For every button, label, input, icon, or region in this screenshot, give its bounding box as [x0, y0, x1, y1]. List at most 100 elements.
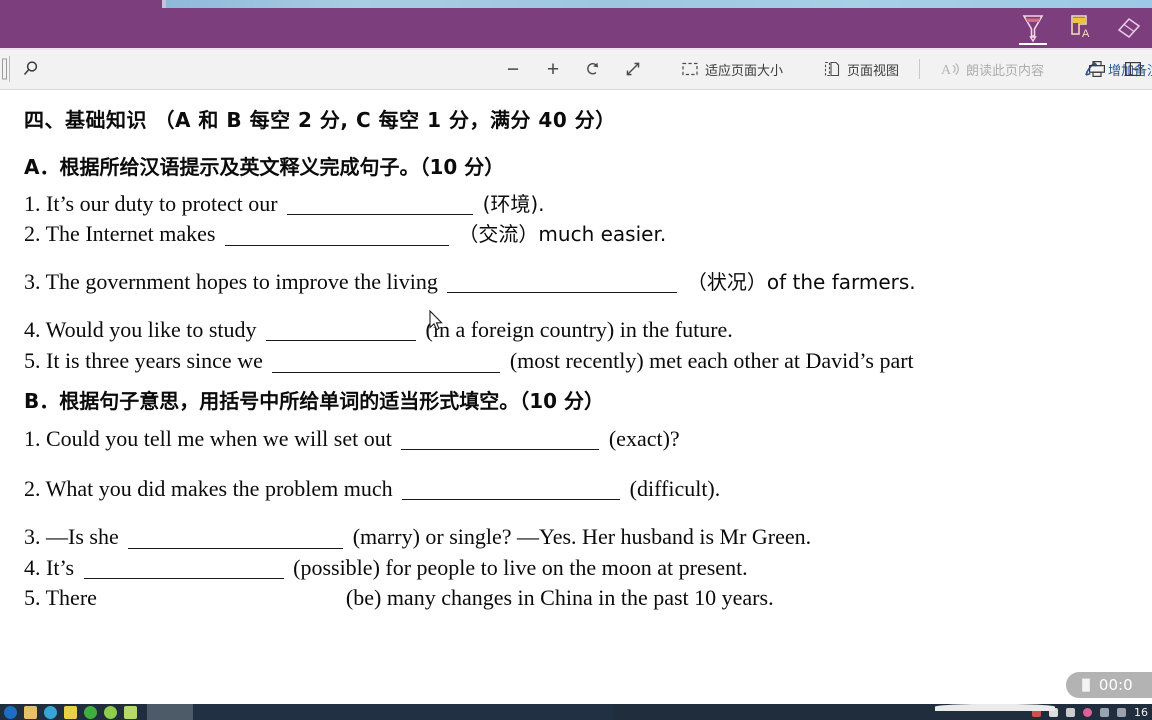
desktop-wallpaper-strip: [162, 0, 1152, 8]
question-text-after: (exact)?: [608, 425, 680, 451]
command-bar-left-group: [0, 48, 46, 90]
eraser-tool-button[interactable]: [1112, 9, 1146, 47]
taskbar-qq-icon[interactable]: [104, 705, 117, 719]
taskbar-note-icon[interactable]: [124, 705, 137, 719]
pen-tool-button[interactable]: [1016, 9, 1050, 47]
command-bar-center-group: − + 适应页面大小 页面视图 A 朗读此页内容: [495, 48, 1152, 90]
question-text-after: （状况）of the farmers.: [686, 269, 916, 294]
toolbar-separator-1: [919, 59, 921, 79]
question-text-before: What you did makes the problem much: [45, 475, 393, 501]
page-view-icon: [824, 61, 840, 77]
zoom-in-label: +: [546, 57, 560, 81]
section-a-title: A．根据所给汉语提示及英文释义完成句子。（10 分）: [24, 155, 505, 179]
document-page[interactable]: 四、基础知识 （A 和 B 每空 2 分, C 每空 1 分，满分 40 分） …: [0, 90, 1152, 704]
sidebar-handle[interactable]: [0, 56, 10, 82]
question-text-before: The Internet makes: [45, 221, 216, 247]
fit-page-button[interactable]: 适应页面大小: [673, 54, 791, 84]
taskbar-app-icons: [0, 705, 137, 719]
answer-blank[interactable]: [287, 196, 474, 216]
question-text-after: (most recently) met each other at David’…: [509, 348, 914, 374]
ink-tool-group: A: [1016, 8, 1146, 48]
answer-blank[interactable]: [272, 354, 501, 373]
page-view-label: 页面视图: [847, 62, 900, 78]
answer-blank[interactable]: [401, 431, 600, 450]
question-row: 2. What you did makes the problem much (…: [24, 475, 1152, 501]
read-aloud-icon: A: [941, 63, 959, 78]
question-row: 5. It is three years since we (most rece…: [24, 348, 1152, 374]
question-text-before: Would you like to study: [45, 316, 257, 342]
question-text-after: (possible) for people to live on the moo…: [293, 554, 748, 580]
command-bar-right-group: [1080, 48, 1152, 90]
recording-timer-overlay[interactable]: ▐▌ 00:0: [1066, 672, 1152, 698]
volume-icon[interactable]: [1117, 707, 1126, 717]
screen-root: A − + 适应页面大小 页面视图 A 朗读此页内容 四、基础知识 （A 和 B…: [0, 0, 1152, 720]
highlighter-tool-button[interactable]: A: [1064, 9, 1098, 47]
taskbar-edge-icon[interactable]: [4, 705, 17, 719]
question-text-before: It is three years since we: [46, 348, 263, 374]
more-options-button[interactable]: [1116, 54, 1150, 84]
question-number: 1.: [24, 425, 41, 451]
tray-icon-3[interactable]: [1066, 707, 1075, 717]
section-b-title: B．根据句子意思，用括号中所给单词的适当形式填空。（10 分）: [24, 388, 605, 413]
question-text-after: (环境).: [482, 192, 545, 216]
fullscreen-button[interactable]: [615, 54, 651, 84]
taskbar-clock[interactable]: 16: [1134, 706, 1148, 719]
reader-command-bar: − + 适应页面大小 页面视图 A 朗读此页内容: [0, 48, 1152, 90]
question-text-before: Could you tell me when we will set out: [46, 425, 392, 451]
eraser-icon: [1117, 17, 1141, 39]
taskbar-window-thumbnail[interactable]: [147, 704, 193, 720]
question-number: 5.: [24, 584, 41, 610]
search-icon: [23, 61, 38, 75]
print-button[interactable]: [1080, 54, 1114, 84]
question-number: 2.: [24, 221, 41, 247]
panel-edge-icon: [1, 58, 7, 80]
question-number: 2.: [24, 475, 41, 501]
question-row: 1. Could you tell me when we will set ou…: [24, 425, 1152, 451]
question-text-before: The government hopes to improve the livi…: [45, 268, 438, 294]
taskbar-folder-icon[interactable]: [24, 705, 37, 719]
split-view-icon: [1124, 61, 1142, 77]
answer-blank[interactable]: [266, 322, 416, 342]
window-top-strip: [0, 0, 1152, 8]
question-row: 2. The Internet makes （交流）much easier.: [24, 221, 1152, 247]
question-number: 4.: [24, 554, 41, 580]
question-text-before: It’s: [46, 554, 75, 580]
answer-blank[interactable]: [447, 274, 678, 293]
answer-blank[interactable]: [83, 560, 284, 579]
question-number: 5.: [24, 348, 41, 374]
read-aloud-button[interactable]: A 朗读此页内容: [932, 54, 1052, 84]
rotate-button[interactable]: [575, 54, 611, 84]
question-text-after: (be) many changes in China in the past 1…: [345, 584, 774, 610]
fit-page-label: 适应页面大小: [705, 62, 784, 78]
answer-blank[interactable]: [128, 530, 344, 549]
answer-blank[interactable]: [106, 590, 336, 609]
taskbar-browser-icon[interactable]: [44, 705, 57, 719]
taskbar-empty-area: [193, 704, 613, 720]
network-icon[interactable]: [1100, 707, 1109, 717]
print-icon: [1088, 60, 1106, 77]
question-row: 4. Would you like to study (in a foreign…: [24, 316, 1152, 342]
question-row: 4. It’s (possible) for people to live on…: [24, 554, 1152, 580]
taskbar-wechat-icon[interactable]: [84, 705, 97, 719]
answer-blank[interactable]: [402, 481, 621, 501]
zoom-in-button[interactable]: +: [535, 54, 571, 84]
page-view-button[interactable]: 页面视图: [815, 54, 907, 84]
recording-time: 00:0: [1098, 676, 1133, 694]
question-row: 1. It’s our duty to protect our (环境).: [24, 191, 1152, 216]
question-text-before: It’s our duty to protect our: [46, 191, 278, 216]
rotate-icon: [587, 62, 599, 75]
answer-blank[interactable]: [224, 227, 449, 246]
tray-icon-4[interactable]: [1083, 707, 1092, 717]
taskbar-app-icon[interactable]: [64, 705, 77, 719]
question-text-before: There: [45, 584, 97, 610]
search-button[interactable]: [16, 54, 46, 84]
question-number: 3.: [24, 268, 41, 294]
question-text-after: (difficult).: [629, 475, 721, 501]
question-row: 3. —Is she (marry) or single? —Yes. Her …: [24, 525, 1152, 549]
question-row: 5. There (be) many changes in China in t…: [24, 586, 1152, 609]
question-text-after: （交流）much easier.: [458, 222, 667, 247]
question-text-after: (in a foreign country) in the future.: [425, 316, 733, 342]
highlighter-icon: A: [1071, 15, 1090, 40]
page-title: 四、基础知识 （A 和 B 每空 2 分, C 每空 1 分，满分 40 分）: [24, 108, 616, 132]
zoom-out-button[interactable]: −: [495, 54, 531, 84]
